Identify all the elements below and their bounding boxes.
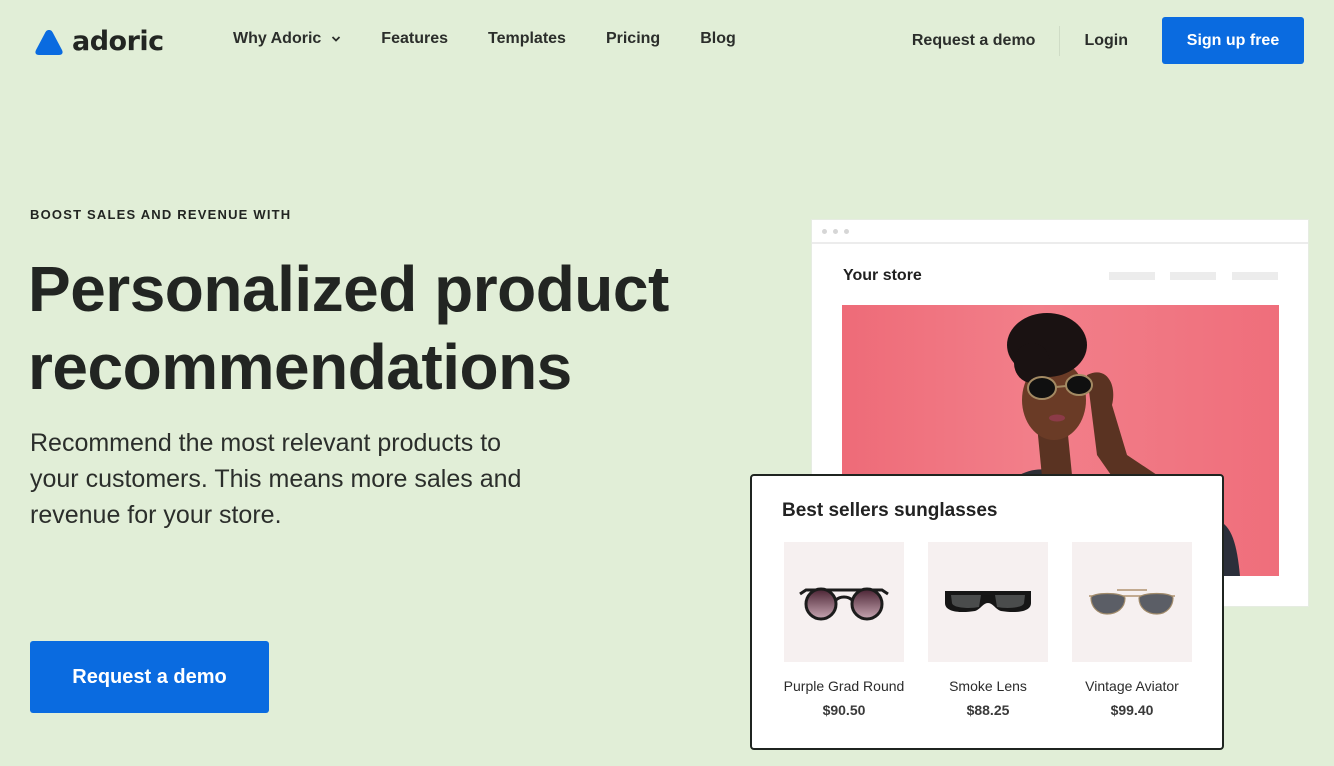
product-card[interactable]: Purple Grad Round $90.50 <box>784 542 904 718</box>
brand-name: adoric <box>72 26 164 57</box>
nav-why-adoric[interactable]: Why Adoric <box>233 30 341 48</box>
product-card[interactable]: Vintage Aviator $99.40 <box>1072 542 1192 718</box>
login-link[interactable]: Login <box>1084 32 1128 50</box>
hero-headline: Personalized product recommendations <box>28 250 748 406</box>
wrap-sunglasses-icon <box>945 591 1031 613</box>
adoric-logo-icon <box>35 29 63 55</box>
nav-blog[interactable]: Blog <box>700 30 736 48</box>
product-name: Purple Grad Round <box>783 678 905 694</box>
hero-subtext: Recommend the most relevant products to … <box>30 429 522 529</box>
headline-line-2: recommendations <box>28 331 572 403</box>
hero-eyebrow: BOOST SALES AND REVENUE WITH <box>30 207 292 222</box>
widget-title: Best sellers sunglasses <box>782 500 998 521</box>
window-dot <box>833 229 838 234</box>
aviator-sunglasses-icon <box>1089 589 1175 615</box>
product-name: Smoke Lens <box>949 678 1027 694</box>
browser-bar <box>812 220 1308 244</box>
nav-why-adoric-label: Why Adoric <box>233 30 322 47</box>
product-image <box>928 542 1048 662</box>
product-price: $88.25 <box>966 702 1010 718</box>
main-nav: Why Adoric Features Templates Pricing Bl… <box>233 30 776 48</box>
window-dot <box>844 229 849 234</box>
nav-templates[interactable]: Templates <box>488 30 566 48</box>
store-menu-placeholder <box>1232 272 1278 280</box>
product-name: Vintage Aviator <box>1085 678 1179 694</box>
store-title: Your store <box>843 267 922 284</box>
signup-button[interactable]: Sign up free <box>1162 17 1304 64</box>
recommendation-widget: Best sellers sunglasses Purple Grad Roun… <box>750 474 1224 750</box>
window-dot <box>822 229 827 234</box>
store-menu-placeholder <box>1170 272 1216 280</box>
nav-divider <box>1059 25 1061 56</box>
request-demo-link[interactable]: Request a demo <box>912 32 1036 50</box>
product-price: $99.40 <box>1110 702 1154 718</box>
product-image <box>784 542 904 662</box>
nav-pricing[interactable]: Pricing <box>606 30 660 48</box>
product-price: $90.50 <box>822 702 866 718</box>
chevron-down-icon <box>332 36 341 42</box>
header-actions: Request a demo Login Sign up free <box>912 17 1304 64</box>
product-image <box>1072 542 1192 662</box>
site-header: adoric Why Adoric Features Templates Pri… <box>0 0 1334 82</box>
headline-line-1: Personalized product <box>28 253 669 325</box>
store-menu-placeholder <box>1109 272 1155 280</box>
logo[interactable]: adoric <box>34 26 164 57</box>
product-card[interactable]: Smoke Lens $88.25 <box>928 542 1048 718</box>
request-demo-button[interactable]: Request a demo <box>30 641 269 713</box>
window-dots <box>822 229 849 234</box>
round-sunglasses-icon <box>799 587 889 621</box>
nav-features[interactable]: Features <box>381 30 448 48</box>
